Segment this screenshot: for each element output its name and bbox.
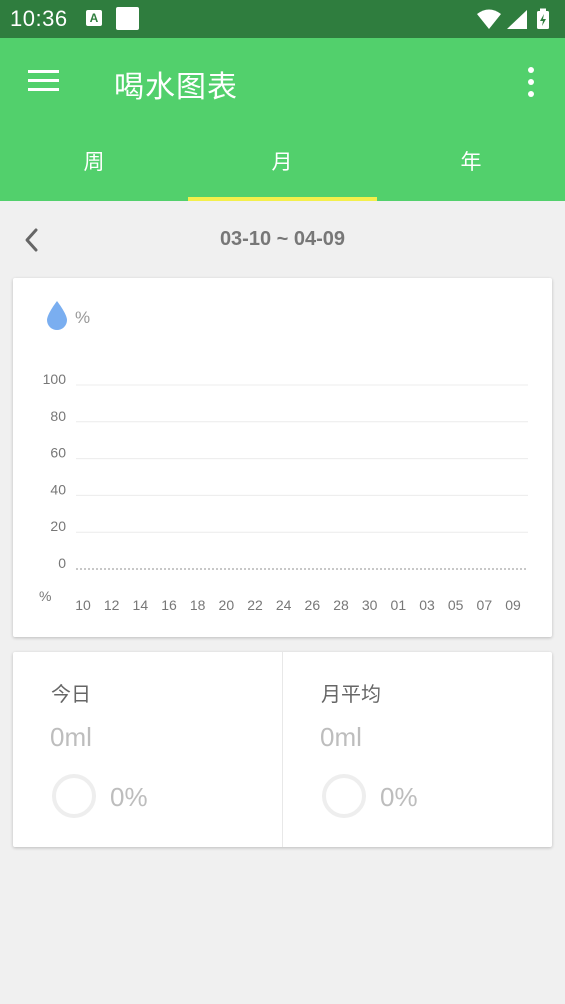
x-tick-label: 03 [419, 597, 435, 613]
battery-charging-icon [537, 8, 549, 29]
x-tick-label: 05 [448, 597, 464, 613]
status-time: 10:36 [10, 6, 68, 31]
date-range: 03-10 ~ 04-09 [219, 228, 346, 250]
stat-label: 月平均 [321, 684, 381, 706]
status-icons [477, 8, 549, 29]
x-tick-label: 24 [276, 597, 292, 613]
page-title: 喝水图表 [114, 71, 238, 104]
progress-ring [322, 774, 366, 818]
cell-signal-icon [507, 10, 527, 29]
x-tick-label: 26 [305, 597, 321, 613]
x-tick-label: 10 [75, 597, 91, 613]
x-tick-label: 09 [505, 597, 521, 613]
y-tick-label: 20 [50, 518, 66, 534]
x-tick-label: 07 [477, 597, 493, 613]
wifi-icon [477, 9, 501, 29]
stats-card: 今日 0ml 0% 月平均 0ml 0% [13, 652, 552, 847]
progress-ring [52, 774, 96, 818]
stat-today: 今日 0ml 0% [13, 652, 282, 847]
tab-bar: 周 月 年 [0, 132, 565, 201]
hamburger-menu-icon[interactable] [28, 68, 60, 94]
x-tick-label: 14 [133, 597, 149, 613]
x-tick-label: 20 [219, 597, 235, 613]
chart-card: % 100 80 60 40 20 0% 10 12 14 16 18 20 22 24 26 28 30 01 0… [13, 278, 552, 637]
y-tick-label: 100 [43, 371, 67, 387]
y-tick-label: 80 [50, 408, 66, 424]
line-chart: 100 80 60 40 20 0% 10 12 14 16 18 20 22 24 26 28 30 01 03 0… [39, 371, 528, 613]
tab-indicator [188, 197, 377, 201]
y-tick-label: 60 [50, 445, 66, 461]
more-vert-icon[interactable] [527, 66, 535, 98]
status-bar: 10:36 A [0, 0, 565, 38]
stat-value: 0ml [50, 722, 92, 752]
stat-label: 今日 [51, 684, 91, 706]
x-tick-label: 16 [161, 597, 177, 613]
stat-month-average: 月平均 0ml 0% [283, 652, 552, 847]
x-tick-label: 28 [333, 597, 349, 613]
stat-percent: 0% [380, 782, 418, 812]
x-tick-label: 12 [104, 597, 120, 613]
x-tick-label: 01 [391, 597, 407, 613]
tab-month[interactable]: 月 [188, 132, 376, 201]
y-tick-label: 0 [58, 555, 66, 571]
x-tick-label: 22 [247, 597, 263, 613]
stat-value: 0ml [320, 722, 362, 752]
app-bar: 喝水图表 周 月 年 [0, 38, 565, 201]
x-tick-label: 30 [362, 597, 378, 613]
tab-week[interactable]: 周 [0, 132, 188, 201]
stat-percent: 0% [110, 782, 148, 812]
notification-a-icon: A [86, 10, 102, 26]
y-tick-label: 40 [50, 481, 66, 497]
x-tick-label: 18 [190, 597, 206, 613]
tab-year[interactable]: 年 [377, 132, 565, 201]
notification-square-icon [116, 7, 139, 30]
x-axis-unit: % [39, 588, 51, 604]
